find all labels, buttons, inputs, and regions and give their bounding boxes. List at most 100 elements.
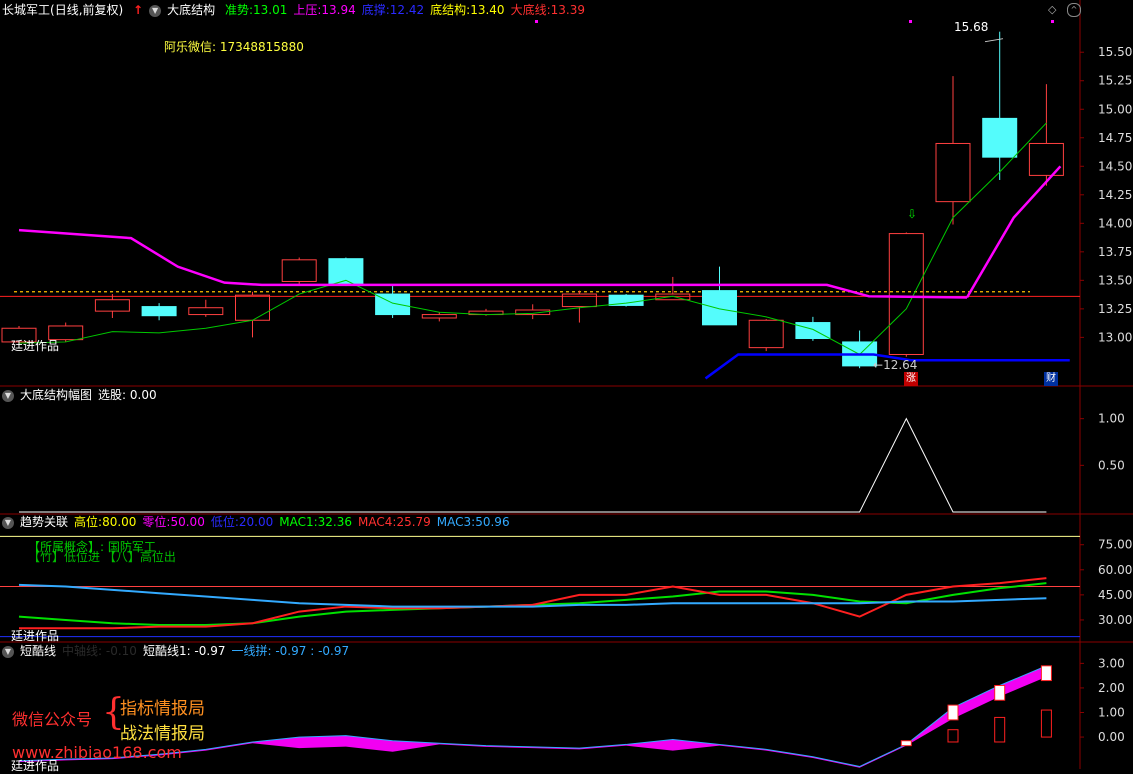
amplitude-title[interactable]: 大底结构幅图 — [20, 388, 92, 402]
indicator-values: 准势:13.01 上压:13.94 底撑:12.42 底结构:13.40 大底线:13.… — [225, 3, 591, 17]
trend-header: ▼ 趋势关联 高位:80.00 零位:50.00 低位:20.00 MAC1:32.36 M… — [2, 514, 522, 530]
badge-zhang[interactable]: 涨 — [904, 372, 918, 386]
axis-tick-label: 13.25 — [1098, 302, 1132, 316]
axis-tick-label: 13.75 — [1098, 245, 1132, 259]
indicator-name[interactable]: 大底结构 — [167, 3, 215, 17]
axis-tick-label: 3.00 — [1098, 656, 1125, 670]
short-cool-header: ▼ 短酷线 中轴线: -0.10 短酷线1: -0.97 一线拼: -0.97 : -0… — [2, 643, 355, 659]
kline-item-value: 13.94 — [321, 3, 356, 17]
wechat-label: 阿乐微信: 17348815880 — [164, 40, 304, 54]
high-pointer — [984, 38, 1004, 43]
axis-tick-label: 14.75 — [1098, 131, 1132, 145]
author-label: 廷进作品 — [11, 629, 60, 643]
candle-body — [702, 290, 737, 326]
axis-tick-label: 14.00 — [1098, 216, 1132, 230]
kline-item-label: 大底线: — [510, 3, 551, 17]
candle-body — [141, 306, 177, 317]
trend-item-value: 80.00 — [102, 515, 137, 529]
trend-item-value: 32.36 — [317, 515, 353, 529]
buy-arrow-icon: ⇩ — [907, 207, 918, 221]
trend-item-label: MAC1: — [279, 515, 318, 529]
signal-dot — [1051, 20, 1054, 23]
strategy-line: 【竹】低位进 【八】高位出 — [28, 550, 176, 564]
candle-body — [188, 307, 224, 316]
kline-item-value: 13.39 — [550, 3, 585, 17]
short-cool-title[interactable]: 短酷线 — [20, 644, 56, 658]
badge-cai[interactable]: 财 — [1044, 372, 1058, 386]
axis-tick-label: 1.00 — [1098, 706, 1125, 720]
candle-body — [1028, 142, 1064, 176]
axis-value: 中轴线: -0.10 — [62, 644, 137, 658]
axis-tick-label: 0.00 — [1098, 730, 1125, 744]
kline-item-value: 12.42 — [389, 3, 425, 17]
chevron-down-icon[interactable]: ▼ — [149, 4, 162, 17]
stock-name[interactable]: 长城军工 — [2, 3, 50, 17]
chevron-down-icon[interactable]: ▼ — [2, 516, 14, 529]
right-axis: 15.50 15.25 15.00 14.75 14.50 14.25 14.00 13.75… — [1080, 45, 1132, 744]
high-price-label: 15.68 — [954, 20, 989, 34]
chevron-down-icon[interactable]: ▼ — [2, 389, 14, 402]
low-price-value: 12.64 — [883, 358, 918, 372]
author-label: 廷进作品 — [11, 339, 60, 353]
upper-pressure-line — [18, 228, 968, 299]
promo-name-1: 指标情报局 — [120, 699, 205, 719]
chevron-down-icon[interactable]: ▼ — [2, 645, 14, 658]
trend-item-value: 50.96 — [475, 515, 510, 529]
trend-item-label: MAC3: — [436, 515, 476, 529]
trend-item-label: 低位: — [210, 515, 239, 529]
kline-item-value: 13.40 — [470, 3, 505, 17]
signal-box — [900, 740, 912, 747]
axis-tick-label: 15.25 — [1098, 74, 1132, 88]
axis-tick-label: 0.50 — [1098, 458, 1125, 472]
up-arrow-icon: ↑ — [133, 3, 144, 17]
candle-body — [982, 117, 1018, 158]
signal-box — [947, 729, 959, 743]
diamond-icon[interactable]: ◇ — [1048, 3, 1056, 16]
trend-item-value: 20.00 — [238, 515, 274, 529]
author-label: 廷进作品 — [11, 759, 60, 773]
period-label[interactable]: (日线,前复权) — [50, 3, 123, 17]
candle-body — [235, 294, 270, 321]
promo-name-2: 战法情报局 — [120, 724, 205, 744]
kline-item-label: 准势: — [224, 3, 253, 17]
candle-body — [281, 259, 317, 282]
candle-body — [888, 233, 924, 355]
axis-tick-label: 15.50 — [1098, 45, 1132, 59]
trend-item-label: 高位: — [74, 515, 103, 529]
amplitude-panel — [19, 417, 1047, 513]
kline-header: 长城军工(日线,前复权) ↑ ▼ 大底结构 准势:13.01 上压:13.94 底撑:1… — [2, 2, 597, 18]
signal-box — [994, 716, 1006, 743]
amplitude-header: ▼ 大底结构幅图 选股: 0.00 — [2, 387, 163, 403]
kline-item-label: 底撑: — [361, 3, 390, 17]
wechat-account-label: 微信公众号 — [12, 710, 93, 729]
signal-dot — [535, 20, 538, 23]
kline-panel — [0, 20, 1080, 380]
upper-pressure-line — [965, 165, 1062, 299]
signal-dot — [909, 20, 912, 23]
low-price-label: ←12.64 — [873, 358, 918, 372]
axis-tick-label: 2.00 — [1098, 681, 1125, 695]
trend-item-label: MAC4: — [358, 515, 397, 529]
signal-box — [1040, 665, 1052, 682]
signal-box — [947, 704, 959, 721]
one-line-value: 一线拼: -0.97 : -0.97 — [231, 644, 350, 658]
ma-line — [18, 122, 1047, 356]
signal-box — [1040, 709, 1052, 738]
axis-tick-label: 15.00 — [1098, 102, 1132, 116]
axis-tick-label: 13.00 — [1098, 330, 1132, 344]
kline-item-label: 底结构: — [430, 3, 471, 17]
candle-body — [748, 319, 784, 349]
trend-values: 高位:80.00 零位:50.00 低位:20.00 MAC1:32.36 MAC4:2… — [74, 515, 516, 529]
amplitude-line — [19, 417, 1047, 513]
collapse-icon[interactable]: ^ — [1067, 3, 1081, 17]
axis-tick-label: 60.00 — [1098, 563, 1132, 577]
candle-body — [935, 142, 971, 203]
candle-body — [94, 299, 130, 312]
trend-item-label: 零位: — [142, 515, 171, 529]
candle-body — [421, 314, 457, 319]
axis-tick-label: 14.50 — [1098, 159, 1132, 173]
trend-title[interactable]: 趋势关联 — [20, 515, 68, 529]
axis-tick-label: 14.25 — [1098, 188, 1132, 202]
axis-tick-label: 13.50 — [1098, 273, 1132, 287]
select-value: 选股: 0.00 — [98, 388, 157, 402]
